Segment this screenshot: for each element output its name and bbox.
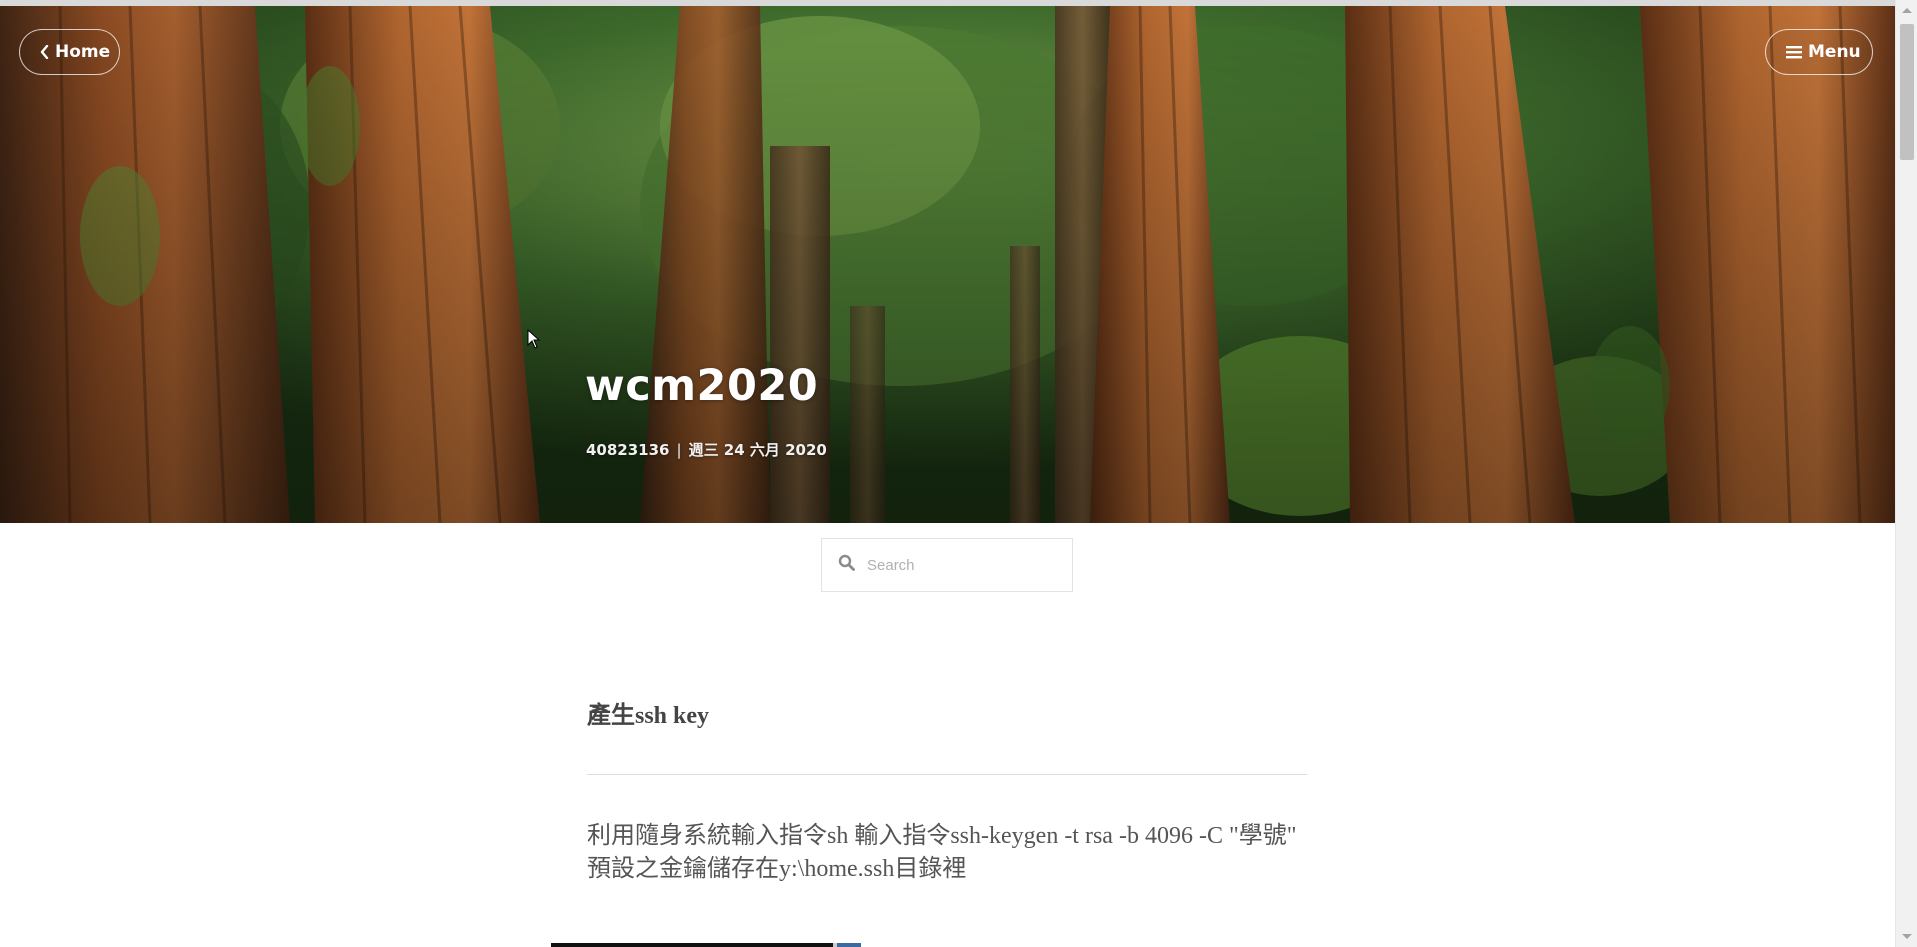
home-button[interactable]: Home — [19, 29, 120, 75]
content-divider — [587, 774, 1307, 775]
mouse-cursor-icon — [527, 328, 541, 355]
scroll-up-arrow-icon[interactable] — [1902, 8, 1912, 13]
hero-banner: Home Menu wcm2020 40823136 | 週三 24 六月 20… — [0, 6, 1895, 523]
search-input[interactable] — [865, 555, 1055, 575]
search-field[interactable] — [821, 538, 1073, 592]
page-title: wcm2020 — [585, 361, 819, 411]
post-body-line: 預設之金鑰儲存在y:\home.ssh目錄裡 — [587, 856, 967, 882]
vertical-scrollbar[interactable] — [1895, 0, 1917, 947]
meta-separator: | — [676, 440, 682, 459]
scrollbar-thumb[interactable] — [1900, 24, 1914, 160]
post-body: 利用隨身系統輸入指令sh 輸入指令ssh-keygen -t rsa -b 40… — [587, 820, 1307, 886]
scroll-down-arrow-icon[interactable] — [1902, 934, 1912, 939]
hamburger-icon — [1786, 45, 1802, 59]
post-heading: 產生ssh key — [587, 703, 710, 729]
page: Home Menu wcm2020 40823136 | 週三 24 六月 20… — [0, 0, 1917, 947]
forest-background-image — [0, 6, 1895, 523]
menu-button-label: Menu — [1808, 42, 1861, 62]
home-button-label: Home — [55, 42, 111, 62]
post-meta: 40823136 | 週三 24 六月 2020 — [586, 439, 827, 460]
embedded-screenshot-top-edge — [551, 943, 861, 947]
post-body-line: 利用隨身系統輸入指令sh 輸入指令ssh-keygen -t rsa -b 40… — [587, 823, 1297, 849]
chevron-left-icon — [40, 45, 49, 59]
menu-button[interactable]: Menu — [1765, 29, 1873, 75]
strip-accent — [837, 943, 861, 947]
post-date: 週三 24 六月 2020 — [688, 441, 827, 459]
author-id[interactable]: 40823136 — [586, 441, 670, 459]
search-icon — [838, 554, 855, 576]
